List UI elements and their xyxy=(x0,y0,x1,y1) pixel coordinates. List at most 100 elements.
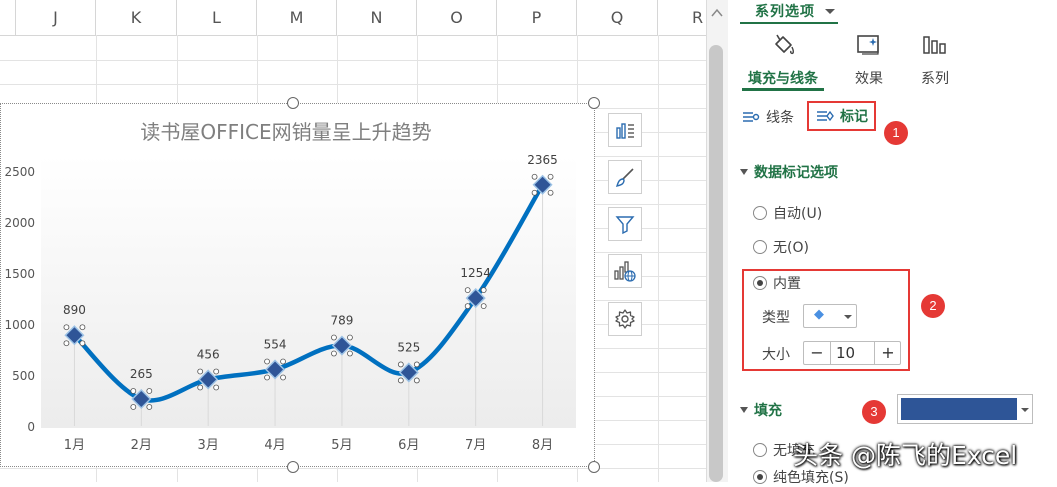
chevron-down-icon xyxy=(844,315,852,319)
chevron-down-icon xyxy=(1021,408,1029,412)
radio-no-fill-circle[interactable] xyxy=(753,443,767,457)
chart-resize-handle-top-right[interactable] xyxy=(588,97,600,109)
active-tab-underline xyxy=(742,88,824,91)
data-point xyxy=(130,388,153,410)
x-tick-label: 2月 xyxy=(131,438,152,453)
radio-auto[interactable]: 自动(U) xyxy=(753,203,822,223)
column-header-r[interactable]: R xyxy=(658,0,706,35)
selection-handle xyxy=(464,287,471,293)
radio-none-circle[interactable] xyxy=(753,240,767,254)
marker-size-value[interactable]: 10 xyxy=(836,344,855,362)
selection-handle xyxy=(547,173,554,180)
y-tick-label: 0 xyxy=(27,420,35,434)
tab-fill-and-line-label: 填充与线条 xyxy=(748,71,818,87)
fill-color-picker[interactable] xyxy=(897,394,1033,424)
data-point xyxy=(264,358,286,381)
radio-builtin[interactable]: 内置 xyxy=(753,273,801,293)
radio-none-label: 无(O) xyxy=(773,240,809,256)
data-point xyxy=(531,173,554,196)
column-header-q[interactable]: Q xyxy=(577,0,658,35)
line-chart[interactable]: 读书屋OFFICE网销量呈上升趋势 0 500 1000 1500 2000 2500 1… xyxy=(0,103,595,467)
tab-series[interactable]: 系列 xyxy=(912,32,958,88)
data-point xyxy=(397,361,420,384)
column-header-n[interactable]: N xyxy=(337,0,417,35)
marker-type-select[interactable]: ◆ xyxy=(803,304,857,328)
selection-handle xyxy=(531,173,538,180)
column-header-p[interactable]: P xyxy=(497,0,577,35)
selection-handle xyxy=(63,324,70,331)
selection-handle xyxy=(197,384,204,391)
chart-settings-button[interactable] xyxy=(608,302,642,336)
series-bars-icon xyxy=(923,36,946,54)
subtab-marker[interactable]: 标记 xyxy=(807,101,876,131)
chart-elements-button[interactable] xyxy=(608,113,642,147)
y-axis: 0 500 1000 1500 2000 2500 xyxy=(4,165,35,434)
series-options-dropdown[interactable]: 系列选项 xyxy=(740,0,850,22)
chart-resize-handle-bottom[interactable] xyxy=(287,461,299,473)
selection-handle xyxy=(79,324,86,331)
marker-size-stepper[interactable]: − 10 + xyxy=(803,341,901,365)
x-tick-label: 6月 xyxy=(398,438,419,453)
chart-resize-handle-top[interactable] xyxy=(287,97,299,109)
x-tick-label: 3月 xyxy=(198,438,219,453)
radio-builtin-circle[interactable] xyxy=(753,276,767,290)
data-label: 1254 xyxy=(460,266,491,280)
funnel-icon xyxy=(615,216,635,235)
watermark-text: 头条 @陈飞的Excel xyxy=(793,441,1018,470)
x-tick-label: 4月 xyxy=(264,438,285,453)
subtab-line[interactable]: 线条 xyxy=(741,104,794,130)
chevron-down-icon xyxy=(825,8,835,14)
collapse-triangle-icon xyxy=(740,169,748,175)
y-tick-label: 2000 xyxy=(4,216,35,230)
tab-fill-and-line[interactable]: 填充与线条 xyxy=(742,32,824,88)
y-tick-label: 1000 xyxy=(4,318,35,332)
selection-handle xyxy=(213,368,220,375)
chart-elements-icon xyxy=(616,123,634,139)
row-gridline xyxy=(0,468,706,469)
selection-handle xyxy=(413,361,420,368)
column-header-m[interactable]: M xyxy=(257,0,337,35)
chart-resize-handle-bottom-right[interactable] xyxy=(588,461,600,473)
x-tick-label: 8月 xyxy=(532,438,553,453)
chart-web-icon xyxy=(614,261,636,282)
data-point xyxy=(63,324,86,347)
data-label: 554 xyxy=(264,337,287,351)
fill-heading[interactable]: 填充 xyxy=(740,400,782,420)
marker-options-heading-label: 数据标记选项 xyxy=(754,165,838,181)
chart-style-button[interactable] xyxy=(608,160,642,194)
y-tick-label: 500 xyxy=(12,369,35,383)
data-label: 525 xyxy=(397,340,420,354)
selection-handle xyxy=(413,377,420,384)
column-header-k[interactable]: K xyxy=(96,0,177,35)
series-options-label: 系列选项 xyxy=(755,4,815,20)
selection-handle xyxy=(213,384,220,391)
size-increment-button[interactable]: + xyxy=(874,342,901,364)
radio-none[interactable]: 无(O) xyxy=(753,237,809,257)
chart-insert-button[interactable] xyxy=(608,254,642,288)
column-header-j[interactable]: J xyxy=(16,0,96,35)
y-tick-label: 2500 xyxy=(4,165,35,179)
fill-heading-label: 填充 xyxy=(754,403,782,419)
marker-style-icon xyxy=(817,110,834,122)
column-header-o[interactable]: O xyxy=(417,0,497,35)
marker-options-heading[interactable]: 数据标记选项 xyxy=(740,162,838,182)
x-tick-label: 1月 xyxy=(64,438,85,453)
column-header-l[interactable]: L xyxy=(177,0,257,35)
selection-handle xyxy=(397,361,404,368)
column-header-partial[interactable] xyxy=(0,0,16,35)
radio-auto-circle[interactable] xyxy=(753,206,767,220)
data-label: 789 xyxy=(330,314,353,328)
scrollbar-thumb[interactable] xyxy=(709,45,723,482)
chart-filter-button[interactable] xyxy=(608,207,642,241)
step-badge-2: 2 xyxy=(921,294,945,318)
size-decrement-button[interactable]: − xyxy=(804,342,831,364)
tab-effects[interactable]: 效果 xyxy=(846,32,892,88)
column-headers: J K L M N O P Q R xyxy=(0,0,706,36)
chart-title: 读书屋OFFICE网销量呈上升趋势 xyxy=(140,120,431,144)
data-label: 265 xyxy=(130,367,153,381)
selection-handle xyxy=(480,303,487,309)
selection-handle xyxy=(464,303,471,309)
scroll-up-arrow-icon[interactable] xyxy=(711,8,723,18)
subtab-marker-label: 标记 xyxy=(840,109,868,125)
selection-handle xyxy=(280,374,286,381)
